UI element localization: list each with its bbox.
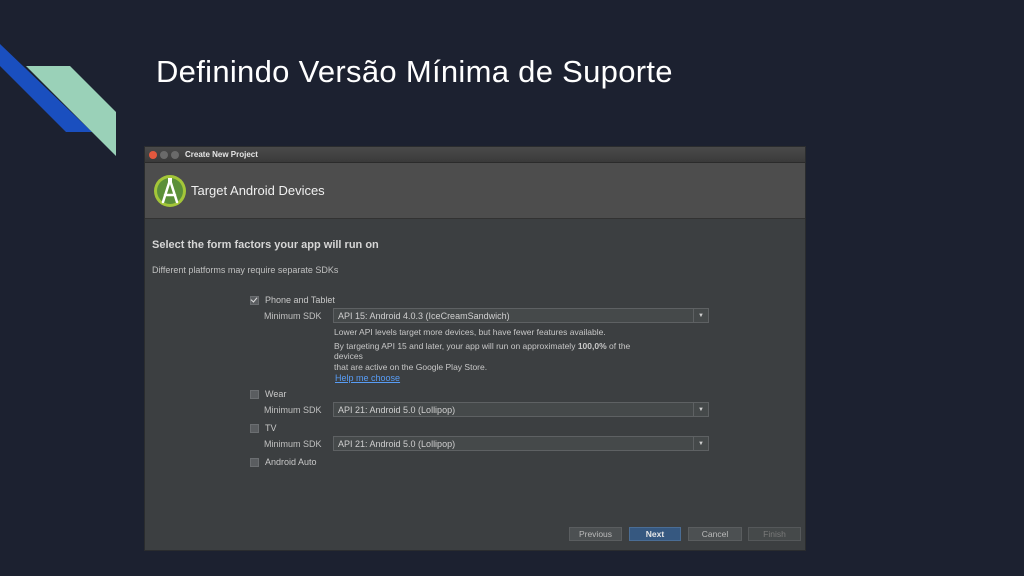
wear-min-sdk-select[interactable]: API 21: Android 5.0 (Lollipop) ▼	[333, 402, 709, 417]
api-info-line2-text: By targeting API 15 and later, your app …	[334, 341, 578, 351]
create-project-window: Create New Project Target Android Device…	[145, 147, 805, 550]
dropdown-arrow-icon: ▼	[693, 403, 708, 416]
api-info-line2-suffix: of the	[606, 341, 631, 351]
section-subtitle: Different platforms may require separate…	[152, 265, 339, 275]
section-heading: Select the form factors your app will ru…	[152, 239, 379, 251]
minimize-window-button[interactable]	[160, 150, 168, 159]
tv-min-sdk-value: API 21: Android 5.0 (Lollipop)	[338, 438, 456, 449]
tv-min-sdk-label: Minimum SDK	[264, 439, 322, 449]
help-me-choose-link[interactable]: Help me choose	[335, 373, 400, 383]
api-info-line4: that are active on the Google Play Store…	[334, 362, 488, 372]
checkbox-unchecked-icon	[250, 457, 259, 467]
maximize-window-button[interactable]	[171, 150, 179, 159]
next-button[interactable]: Next	[629, 527, 681, 541]
phone-min-sdk-value: API 15: Android 4.0.3 (IceCreamSandwich)	[338, 310, 510, 321]
phone-tablet-checkbox[interactable]: Phone and Tablet	[250, 295, 335, 305]
tv-checkbox[interactable]: TV	[250, 423, 277, 433]
phone-tablet-label: Phone and Tablet	[265, 295, 335, 305]
api-info-line3: devices	[334, 351, 363, 361]
dropdown-arrow-icon: ▼	[693, 309, 708, 322]
checkbox-unchecked-icon	[250, 389, 259, 399]
wear-checkbox[interactable]: Wear	[250, 389, 286, 399]
close-window-button[interactable]	[149, 150, 157, 159]
api-coverage-percent: 100,0%	[577, 341, 607, 351]
checkbox-checked-icon	[250, 295, 259, 305]
slide-title: Definindo Versão Mínima de Suporte	[156, 54, 673, 89]
wear-min-sdk-label: Minimum SDK	[264, 405, 322, 415]
cancel-button[interactable]: Cancel	[688, 527, 742, 541]
wear-label: Wear	[265, 389, 287, 399]
android-studio-icon	[154, 174, 186, 207]
tv-min-sdk-select[interactable]: API 21: Android 5.0 (Lollipop) ▼	[333, 436, 709, 451]
dropdown-arrow-icon: ▼	[693, 437, 708, 450]
wizard-header: Target Android Devices	[145, 163, 805, 219]
previous-button[interactable]: Previous	[569, 527, 622, 541]
window-controls	[149, 150, 179, 159]
tv-label: TV	[265, 423, 277, 433]
window-titlebar: Create New Project	[145, 147, 805, 163]
android-auto-checkbox[interactable]: Android Auto	[250, 457, 317, 467]
api-info-line2: By targeting API 15 and later, your app …	[334, 341, 630, 351]
phone-min-sdk-label: Minimum SDK	[264, 311, 322, 321]
checkbox-unchecked-icon	[250, 423, 259, 433]
finish-button[interactable]: Finish	[748, 527, 801, 541]
wizard-title: Target Android Devices	[191, 183, 325, 198]
wear-min-sdk-value: API 21: Android 5.0 (Lollipop)	[338, 404, 456, 415]
window-title: Create New Project	[185, 150, 258, 159]
corner-decoration	[0, 44, 116, 156]
android-auto-label: Android Auto	[265, 457, 317, 467]
wizard-content: Select the form factors your app will ru…	[145, 219, 805, 549]
api-info-line1: Lower API levels target more devices, bu…	[334, 327, 606, 337]
phone-min-sdk-select[interactable]: API 15: Android 4.0.3 (IceCreamSandwich)…	[333, 308, 709, 323]
